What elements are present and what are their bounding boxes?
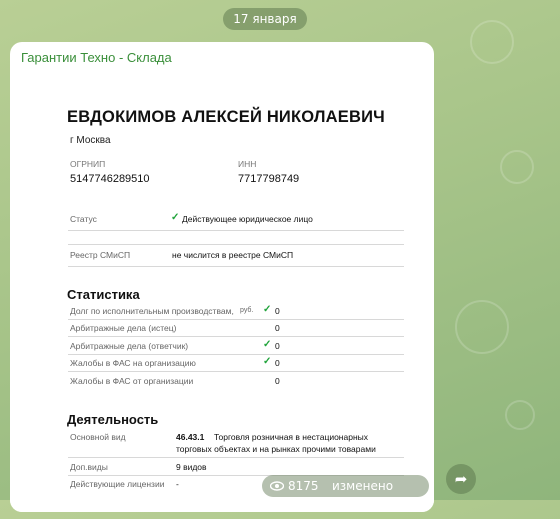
licenses-value: - xyxy=(176,479,179,489)
divider xyxy=(68,244,404,245)
divider xyxy=(68,457,404,458)
divider xyxy=(68,319,404,320)
checkmark-icon: ✓ xyxy=(263,339,272,350)
stat-label: Арбитражные дела (ответчик) xyxy=(70,341,189,351)
share-button[interactable]: ➦ xyxy=(446,464,476,494)
message-meta: 8175 изменено 12:43 xyxy=(262,475,429,515)
message-bubble[interactable]: Гарантии Техно - Склада ЕВДОКИМОВ АЛЕКСЕ… xyxy=(10,42,434,512)
stat-unit: руб. xyxy=(240,307,254,314)
views-count: 8175 xyxy=(288,479,319,493)
extra-activity-value: 9 видов xyxy=(176,462,207,472)
main-activity-text: Торговля розничная в нестационарных xyxy=(214,432,369,442)
stat-label: Жалобы в ФАС на организацию xyxy=(70,358,196,368)
background-doodle xyxy=(505,400,535,430)
main-activity-text: торговых объектах и на рынках прочими то… xyxy=(176,444,376,454)
ogrnip-label: ОГРНИП xyxy=(70,159,106,169)
ogrnip-value: 5147746289510 xyxy=(70,173,150,185)
extra-activity-label: Доп.виды xyxy=(70,462,108,472)
divider xyxy=(68,230,404,231)
stat-label: Долг по исполнительным производствам, xyxy=(70,306,234,316)
city: г Москва xyxy=(70,135,111,146)
registry-value: не числится в реестре СМиСП xyxy=(172,250,294,260)
share-arrow-icon: ➦ xyxy=(454,470,468,488)
background-doodle xyxy=(500,150,534,184)
edited-time: изменено 12:43 xyxy=(332,479,394,515)
main-activity-code: 46.43.1 xyxy=(176,432,205,442)
divider xyxy=(68,371,404,372)
status-label: Статус xyxy=(70,214,97,224)
stat-label: Арбитражные дела (истец) xyxy=(70,323,177,333)
divider xyxy=(68,354,404,355)
checkmark-icon: ✓ xyxy=(171,212,180,223)
checkmark-icon: ✓ xyxy=(263,304,272,315)
divider xyxy=(68,336,404,337)
inn-label: ИНН xyxy=(238,159,257,169)
divider xyxy=(68,266,404,267)
main-activity-label: Основной вид xyxy=(70,432,126,442)
background-doodle xyxy=(470,20,514,64)
stat-value: 0 xyxy=(275,358,280,368)
stat-value: 0 xyxy=(275,306,280,316)
document-image[interactable]: ЕВДОКИМОВ АЛЕКСЕЙ НИКОЛАЕВИЧ г Москва ОГ… xyxy=(10,72,434,512)
stat-value: 0 xyxy=(275,341,280,351)
status-value: Действующее юридическое лицо xyxy=(182,214,313,224)
stats-title: Статистика xyxy=(67,287,140,302)
activity-title: Деятельность xyxy=(67,412,159,427)
sender-name[interactable]: Гарантии Техно - Склада xyxy=(21,50,172,65)
registry-label: Реестр СМиСП xyxy=(70,250,131,260)
background-doodle xyxy=(455,300,509,354)
company-name: ЕВДОКИМОВ АЛЕКСЕЙ НИКОЛАЕВИЧ xyxy=(67,108,385,126)
stat-label: Жалобы в ФАС от организации xyxy=(70,376,194,386)
stat-value: 0 xyxy=(275,376,280,386)
checkmark-icon: ✓ xyxy=(263,356,272,367)
inn-value: 7717798749 xyxy=(238,173,300,185)
licenses-label: Действующие лицензии xyxy=(70,479,165,489)
stat-value: 0 xyxy=(275,323,280,333)
date-badge: 17 января xyxy=(223,8,307,30)
